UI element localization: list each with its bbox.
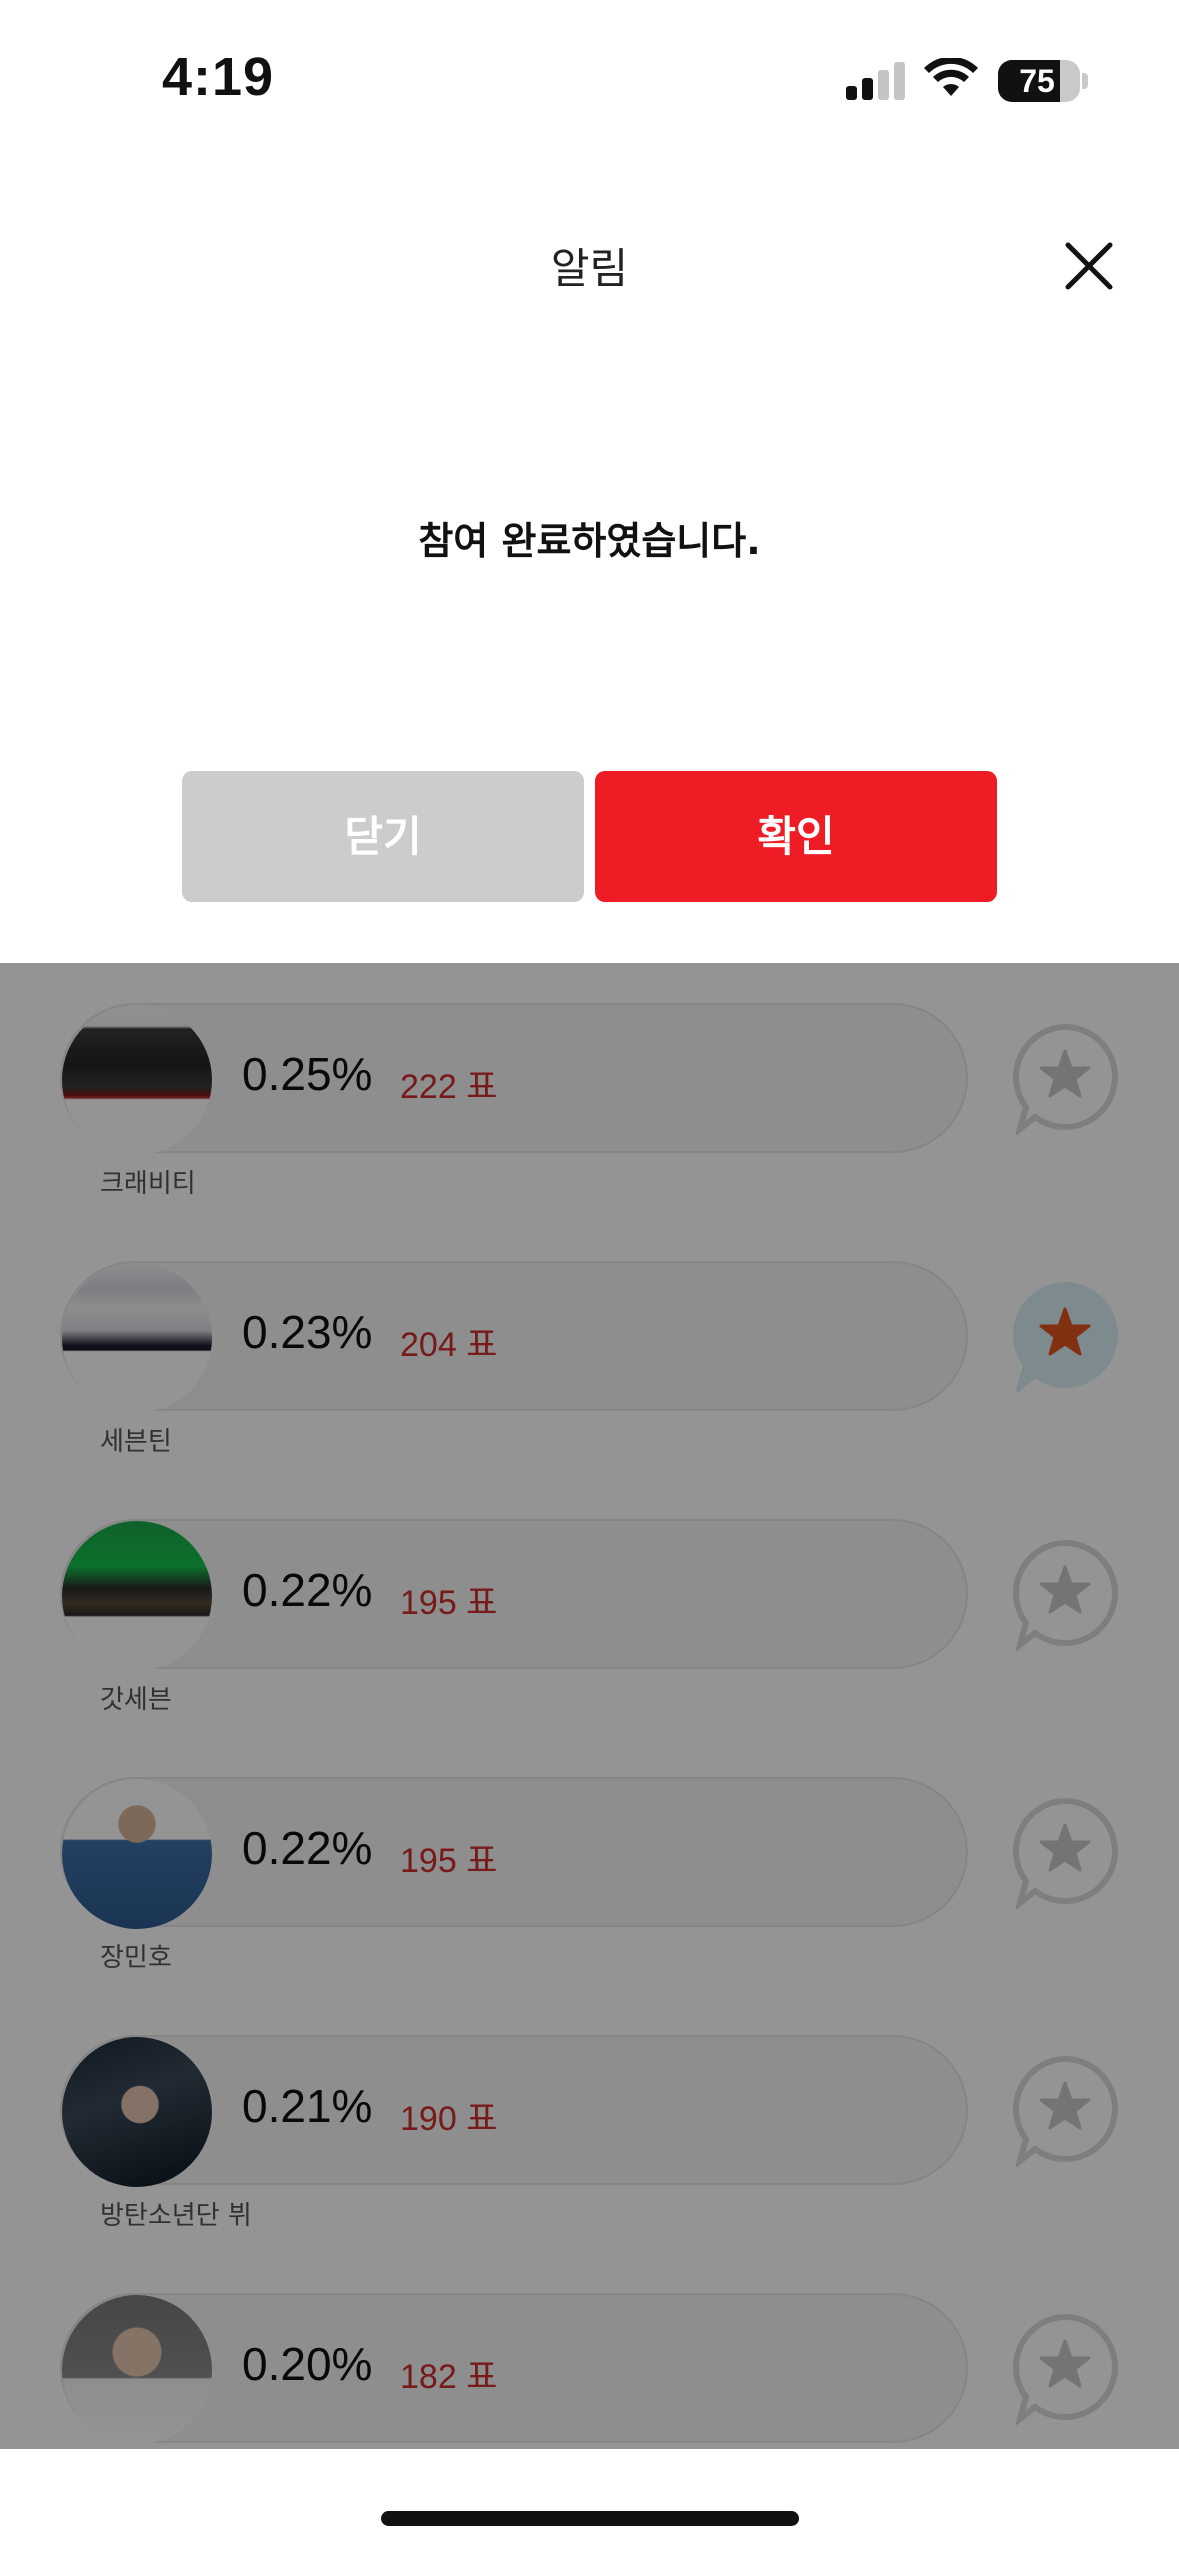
battery-icon: 75 — [998, 60, 1080, 102]
status-bar: 4:19 75 — [0, 0, 1179, 150]
dialog-title: 알림 — [550, 244, 629, 293]
close-button[interactable]: 닫기 — [182, 771, 584, 902]
confirm-button[interactable]: 확인 — [595, 771, 997, 902]
battery-nub — [1082, 73, 1088, 89]
wifi-icon — [924, 58, 978, 96]
status-time: 4:19 — [162, 47, 275, 107]
dialog-message: 참여 완료하였습니다. — [418, 519, 761, 563]
close-icon[interactable] — [1058, 235, 1120, 297]
dim-overlay[interactable] — [0, 963, 1179, 2449]
cellular-signal-icon — [846, 62, 906, 100]
alert-dialog: 알림 참여 완료하였습니다. 닫기 확인 — [0, 150, 1179, 963]
home-indicator[interactable] — [381, 2511, 799, 2526]
battery-percent: 75 — [1019, 63, 1055, 99]
home-bar-area — [0, 2449, 1179, 2549]
